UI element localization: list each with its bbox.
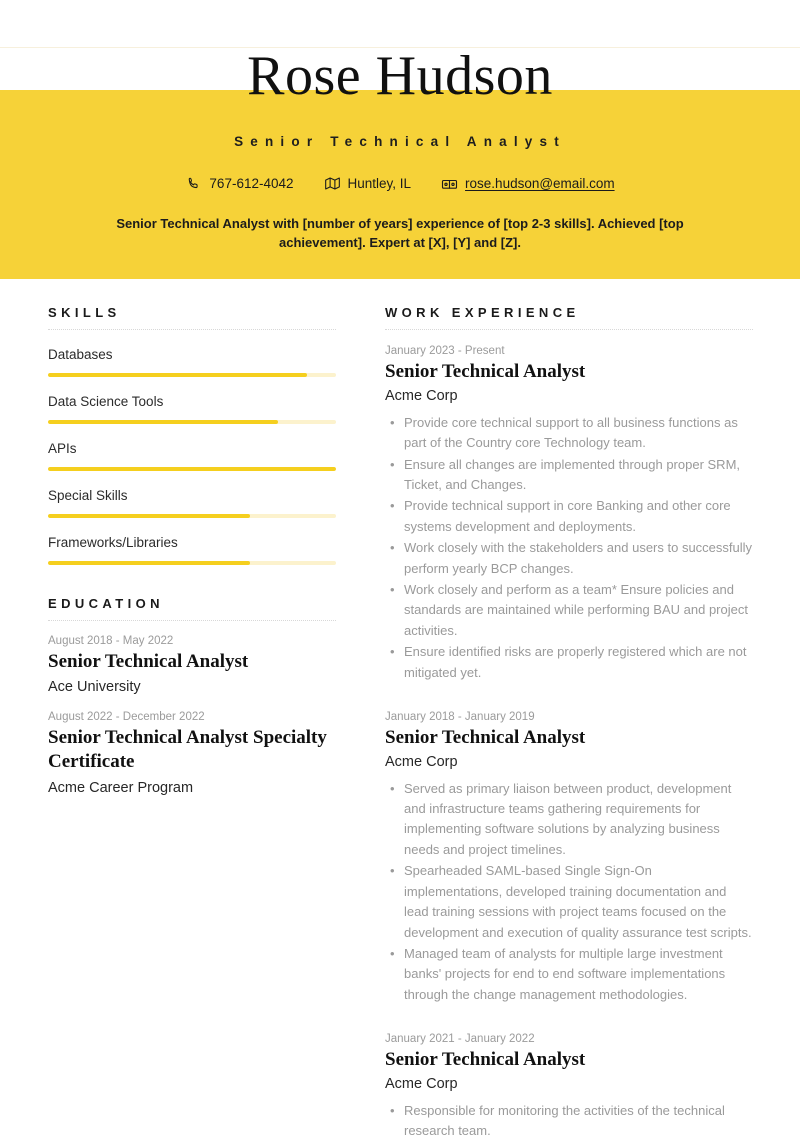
skill-level-fill (48, 514, 250, 518)
skills-list: Databases Data Science Tools APIs Special S… (48, 347, 336, 565)
skill-level-bar (48, 420, 336, 424)
education-list: August 2018 - May 2022 Senior Technical A… (48, 635, 336, 798)
job-bullet-list: Responsible for monitoring the activitie… (385, 1101, 753, 1142)
job-bullet: Served as primary liaison between produc… (390, 779, 753, 861)
job-title: Senior Technical Analyst (385, 1049, 586, 1071)
header-job-subtitle: Senior Technical Analyst (234, 134, 566, 149)
education-entry-date: August 2022 - December 2022 (48, 711, 205, 724)
skill-level-fill (48, 561, 250, 565)
job-bullet: Responsible for monitoring the activitie… (390, 1101, 753, 1142)
education-entry-date: August 2018 - May 2022 (48, 635, 174, 647)
skill-label: APIs (48, 441, 77, 456)
education-section: EDUCATION August 2018 - May 2022 Senior T… (48, 596, 336, 798)
phone-icon (185, 176, 202, 191)
job-bullet-list: Served as primary liaison between produc… (385, 779, 753, 1005)
skills-section: SKILLS Databases Data Science Tools APIs Sp… (48, 305, 336, 565)
skill-item: Databases (48, 347, 336, 377)
resume-page: Rose Hudson Senior Technical Analyst 767… (0, 0, 800, 1138)
job-date: January 2021 - January 2022 (385, 1033, 535, 1046)
education-entry: August 2018 - May 2022 Senior Technical A… (48, 635, 336, 697)
education-entry-title: Senior Technical Analyst Specialty Certi… (48, 727, 327, 773)
job-bullet-list: Provide core technical support to all bu… (385, 413, 753, 683)
job-date: January 2023 - Present (385, 345, 505, 357)
education-section-title: EDUCATION (48, 596, 336, 621)
job-bullet: Ensure identified risks are properly reg… (390, 642, 753, 683)
education-entry-org: Ace University (48, 679, 141, 696)
work-experience-section: WORK EXPERIENCE January 2023 - Present Se… (385, 305, 753, 1142)
skill-item: Special Skills (48, 488, 336, 518)
job-company: Acme Corp (385, 387, 458, 404)
left-column: SKILLS Databases Data Science Tools APIs Sp… (48, 305, 336, 798)
education-entry-title: Senior Technical Analyst (48, 651, 249, 672)
skill-level-bar (48, 561, 336, 565)
skill-level-fill (48, 373, 308, 377)
job-bullet: Ensure all changes are implemented throu… (390, 455, 753, 496)
contact-email: rose.hudson@email.com (441, 176, 615, 191)
contact-phone-value: 767-612-4042 (209, 176, 294, 191)
job-bullet: Provide technical support in core Bankin… (390, 496, 753, 537)
skill-label: Data Science Tools (48, 394, 164, 409)
job-entry: January 2021 - January 2022 Senior Techni… (385, 1033, 753, 1142)
skill-level-bar (48, 373, 336, 377)
skill-level-fill (48, 467, 336, 471)
contact-phone: 767-612-4042 (185, 176, 294, 191)
skill-item: Data Science Tools (48, 394, 336, 424)
skill-item: APIs (48, 441, 336, 471)
job-bullet: Work closely with the stakeholders and u… (390, 538, 753, 579)
jobs-list: January 2023 - Present Senior Technical A… (385, 345, 753, 1142)
job-bullet: Spearheaded SAML-based Single Sign-On im… (390, 861, 753, 943)
job-entry: January 2018 - January 2019 Senior Techni… (385, 711, 753, 1005)
skills-section-title: SKILLS (48, 305, 336, 330)
job-company: Acme Corp (385, 753, 458, 770)
contact-location-value: Huntley, IL (347, 176, 412, 191)
skill-item: Frameworks/Libraries (48, 535, 336, 565)
skill-label: Databases (48, 347, 113, 362)
page-title: Rose Hudson (247, 45, 553, 107)
skill-label: Special Skills (48, 488, 128, 503)
mailbox-icon (441, 176, 458, 191)
skill-level-bar (48, 467, 336, 471)
job-company: Acme Corp (385, 1075, 458, 1092)
contact-email-link[interactable]: rose.hudson@email.com (465, 176, 615, 191)
header-summary: Senior Technical Analyst with [number of… (116, 216, 684, 251)
education-entry: August 2022 - December 2022 Senior Techni… (48, 711, 336, 797)
education-entry-org: Acme Career Program (48, 779, 194, 796)
contact-row: 767-612-4042 Huntley, IL rose.hudson@ema… (0, 176, 800, 191)
contact-location: Huntley, IL (324, 176, 412, 191)
job-bullet: Work closely and perform as a team* Ensu… (390, 580, 753, 641)
job-bullet: Managed team of analysts for multiple la… (390, 944, 753, 1005)
map-icon (324, 176, 341, 191)
right-column: WORK EXPERIENCE January 2023 - Present Se… (385, 305, 753, 1143)
skill-level-bar (48, 514, 336, 518)
skill-level-fill (48, 420, 279, 424)
job-bullet: Provide core technical support to all bu… (390, 413, 753, 454)
skill-label: Frameworks/Libraries (48, 535, 178, 550)
job-date: January 2018 - January 2019 (385, 710, 535, 723)
job-title: Senior Technical Analyst (385, 361, 586, 382)
job-title: Senior Technical Analyst (385, 726, 586, 748)
work-experience-section-title: WORK EXPERIENCE (385, 305, 753, 330)
job-entry: January 2023 - Present Senior Technical A… (385, 345, 753, 683)
